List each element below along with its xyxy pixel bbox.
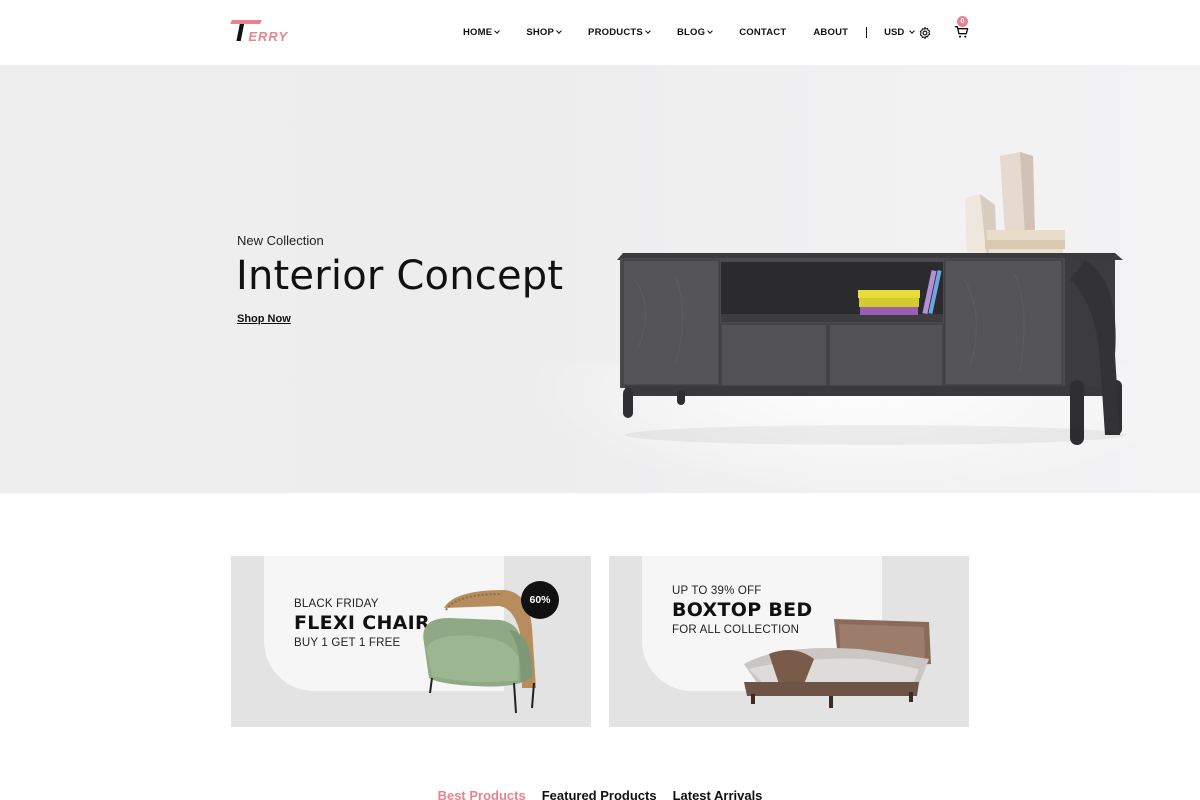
nav-divider [866,26,868,38]
nav-label: HOME [463,26,493,38]
product-tabs: Best Products Featured Products Latest A… [0,788,1200,800]
promo-title: FLEXI CHAIR [294,612,430,634]
nav-label: ABOUT [813,26,849,38]
nav-item-products[interactable]: PRODUCTS [588,26,651,38]
hero-title: Interior Concept [236,253,564,299]
promo-subtitle: BUY 1 GET 1 FREE [294,637,401,649]
nav-item-home[interactable]: HOME [463,26,501,38]
logo-accent-bar [230,20,262,24]
chevron-down-icon [645,27,651,34]
shop-now-link[interactable]: Shop Now [237,313,291,325]
main-nav: HOME SHOP PRODUCTS BLOG CONTACT ABOUT US… [463,25,916,39]
nav-item-contact[interactable]: CONTACT [739,27,786,38]
currency-selector[interactable]: USD [884,26,916,38]
tab-best-products[interactable]: Best Products [438,788,526,800]
nav-label: CONTACT [739,26,787,38]
brand-logo[interactable]: T ERRY [230,17,289,47]
hero-banner: New Collection Interior Concept Shop Now [0,65,1200,493]
hero-subtitle: New Collection [237,233,324,248]
chevron-down-icon [707,27,714,34]
chevron-down-icon [909,27,916,34]
bed-image [744,619,931,708]
nav-label: PRODUCTS [588,26,643,38]
nav-label: BLOG [676,26,706,38]
sideboard-image [617,152,1125,445]
promo-eyebrow: UP TO 39% OFF [672,585,762,597]
chevron-down-icon [556,27,562,34]
cart-count-badge: 0 [957,16,968,27]
tab-featured-products[interactable]: Featured Products [542,788,657,800]
chevron-down-icon [494,27,501,34]
site-header: T ERRY HOME SHOP PRODUCTS BLOG CONTACT A… [0,0,1200,65]
tab-latest-arrivals[interactable]: Latest Arrivals [673,788,763,800]
gear-icon[interactable] [918,26,932,40]
logo-wordmark: ERRY [248,29,289,44]
nav-item-shop[interactable]: SHOP [526,26,562,38]
nav-label: SHOP [526,26,555,38]
promo-banner-boxtop-bed[interactable]: UP TO 39% OFF BOXTOP BED FOR ALL COLLECT… [609,556,969,727]
nav-item-about[interactable]: ABOUT [813,27,848,38]
promo-eyebrow: BLACK FRIDAY [294,598,379,610]
nav-item-blog[interactable]: BLOG [676,26,714,38]
discount-badge: 60% [521,581,559,619]
promo-banner-flexi-chair[interactable]: BLACK FRIDAY FLEXI CHAIR BUY 1 GET 1 FRE… [231,556,591,727]
currency-label: USD [884,26,905,38]
